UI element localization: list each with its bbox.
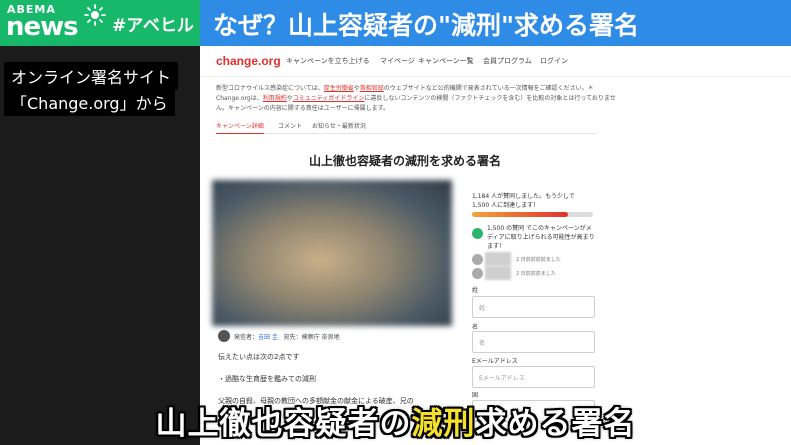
last-name-label: 姓 (472, 287, 479, 294)
petition-title: 山上徹也容疑者の減刑を求める署名 (308, 154, 501, 168)
signer-time: 2 日前前前前ました (516, 257, 561, 263)
subtitle-pre: 山上徹也容疑者の (155, 406, 412, 442)
starter-prefix: 発信者： (234, 334, 259, 341)
signature-count-line2: 1,500 人に到達します！ (472, 202, 540, 209)
logo-news-text: news (6, 12, 79, 42)
petition-photo-blurred (212, 180, 452, 326)
nav-membership[interactable]: 会員プログラム (483, 56, 532, 66)
petition-body-line2: ・過酷な生育歴を鑑みての減刑 (218, 375, 316, 383)
signature-progress-fill (472, 212, 568, 217)
media-promo-text: 1,500 の賛同 でこのキャンペーンがメディアに取り上げられる可能性が高まりま… (487, 225, 595, 250)
nav-campaign-list[interactable]: キャンペーン一覧 (418, 56, 474, 66)
signer-name-blurred (485, 252, 511, 266)
signer-name-blurred (485, 266, 511, 280)
starter-info: 発信者：吉田 圭 宛先：検察庁 奈良地 (234, 332, 340, 341)
side-caption-line1: オンライン署名サイト (4, 62, 179, 90)
petition-tabs: キャンペーン詳細 コメント お知らせ・最新状況 (216, 119, 596, 134)
last-name-field[interactable]: 姓 (472, 296, 595, 318)
site-header: change.org キャンペーンを立ち上げる マイページ キャンペーン一覧 会… (200, 46, 791, 77)
recent-signer: 2 日前前前前ました (472, 252, 602, 266)
notice-link-mhlw[interactable]: 厚生労働省 (324, 85, 354, 92)
tab-comments[interactable]: コメント (278, 121, 302, 130)
signer-time: 2 日前前前ました (516, 271, 556, 277)
sun-icon (84, 4, 106, 26)
notice-link-guidelines[interactable]: コミュニティガイドライン (293, 95, 365, 102)
tab-details[interactable]: キャンペーン詳細 (216, 121, 264, 134)
side-caption-line2: 「Change.org」から (4, 88, 175, 116)
first-name-placeholder: 名 (479, 340, 486, 347)
site-logo[interactable]: change.org (216, 54, 281, 68)
broadcast-banner: ABEMA news #アベヒル なぜ？山上容疑者の"減刑"求める署名 (0, 0, 791, 46)
headline-bar: なぜ？山上容疑者の"減刑"求める署名 (200, 0, 791, 46)
headline-text: なぜ？山上容疑者の"減刑"求める署名 (213, 11, 640, 40)
nav-my-page[interactable]: マイページ (380, 56, 415, 66)
notice-link-kantei[interactable]: 首相官邸 (360, 85, 384, 92)
notice-link-terms[interactable]: 利用規約 (263, 95, 287, 102)
recent-signer: 2 日前前前ました (472, 266, 602, 280)
last-name-placeholder: 姓 (479, 305, 486, 312)
email-placeholder: Eメールアドレス (479, 375, 525, 382)
starter-avatar (218, 330, 230, 342)
petition-body-line1: 伝えたい点は次の2点です (218, 353, 300, 361)
subtitle-post: 求める署名 (475, 406, 636, 442)
recipient: 宛先：検察庁 奈良地 (283, 334, 340, 341)
signature-count: 1,184 人が賛同しました。もう少しで 1,500 人に到達します！ (472, 192, 575, 210)
nav-start-campaign[interactable]: キャンペーンを立ち上げる (286, 56, 370, 66)
starter-name[interactable]: 吉田 圭 (258, 334, 278, 341)
nav-login[interactable]: ログイン (540, 56, 568, 66)
program-hashtag: #アベヒル (112, 16, 194, 36)
signer-avatar (472, 268, 483, 279)
trend-icon (472, 228, 483, 239)
email-field[interactable]: Eメールアドレス (472, 366, 595, 388)
tab-updates[interactable]: お知らせ・最新状況 (312, 121, 366, 130)
channel-logo: ABEMA news #アベヒル (0, 0, 200, 46)
webpage-screenshot: change.org キャンペーンを立ち上げる マイページ キャンペーン一覧 会… (200, 46, 791, 445)
first-name-label: 名 (472, 324, 479, 331)
email-label: Eメールアドレス (472, 358, 518, 365)
signature-count-line1: 1,184 人が賛同しました。もう少しで (472, 193, 575, 200)
subtitle-highlight: 減刑 (411, 406, 476, 442)
covid-notice: 新型コロナウイルス感染症については、厚生労働省や首相官邸のウェブサイトなど公的機… (216, 84, 616, 114)
first-name-field[interactable]: 名 (472, 331, 595, 353)
signer-avatar (472, 254, 483, 265)
notice-text-a: 新型コロナウイルス感染症については、 (216, 85, 324, 92)
bottom-subtitle: 山上徹也容疑者の減刑求める署名 (0, 398, 791, 443)
signature-progress-bar (472, 212, 593, 217)
